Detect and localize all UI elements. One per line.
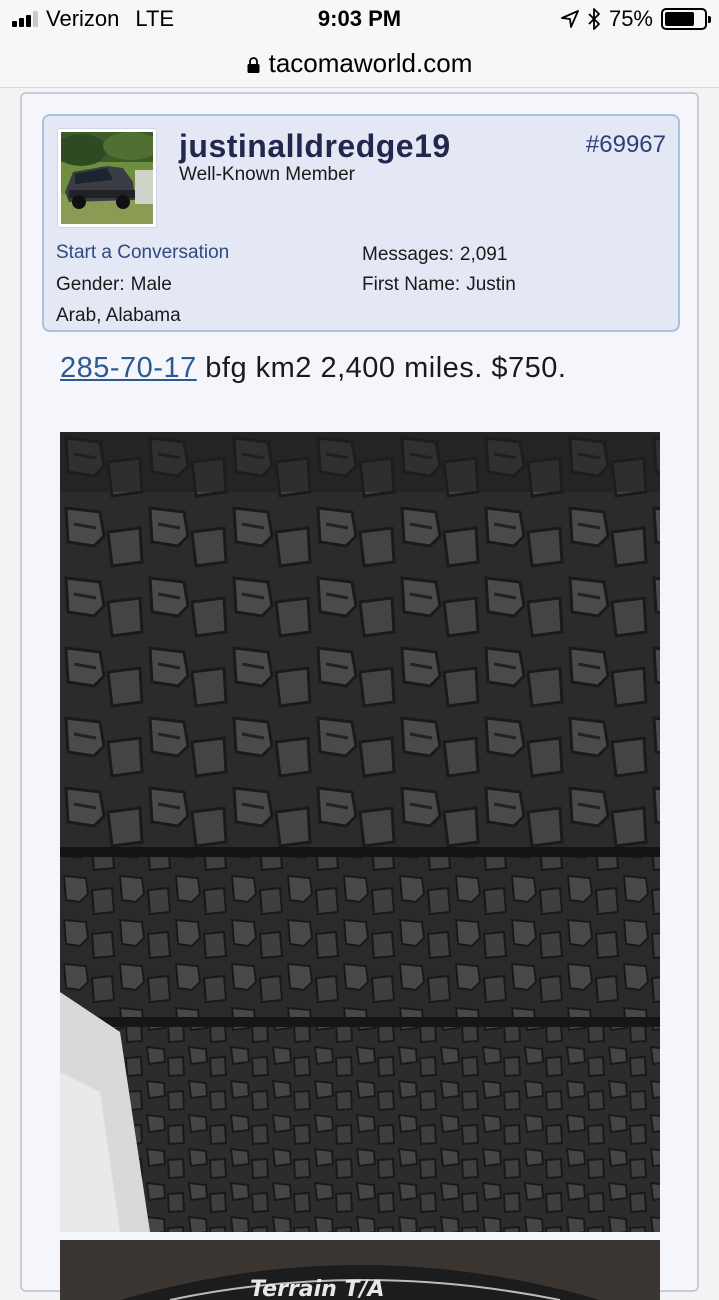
messages-label: Messages: xyxy=(362,244,454,265)
first-name-label: First Name: xyxy=(362,274,461,295)
user-title: Well-Known Member xyxy=(179,164,355,185)
post-message-text: bfg km2 2,400 miles. $750. xyxy=(196,352,567,384)
tire-photo-2[interactable]: Terrain T/A xyxy=(60,1240,660,1300)
tire-photo[interactable] xyxy=(60,432,660,1232)
location-arrow-icon xyxy=(561,10,579,28)
username-link[interactable]: justinalldredge19 xyxy=(179,128,451,165)
battery-icon xyxy=(661,8,711,30)
tire-size-link[interactable]: 285-70-17 xyxy=(60,352,197,384)
start-conversation-row: Start a Conversation xyxy=(56,242,229,264)
location-value: Arab, Alabama xyxy=(56,305,181,326)
sidewall-text: Terrain T/A xyxy=(250,1277,385,1300)
first-name-value: Justin xyxy=(466,274,516,295)
status-bar: Verizon LTE 9:03 PM 75% xyxy=(0,0,719,40)
gender-label: Gender: xyxy=(56,274,125,295)
url-text: tacomaworld.com xyxy=(268,48,473,78)
tire-photo-2-image: Terrain T/A xyxy=(60,1240,660,1300)
gender-value: Male xyxy=(130,274,172,295)
first-name-row: First Name: Justin xyxy=(362,274,516,296)
avatar-image xyxy=(61,132,153,224)
post-container: justinalldredge19 Well-Known Member #699… xyxy=(20,92,699,1300)
avatar[interactable] xyxy=(57,128,157,228)
messages-row: Messages: 2,091 xyxy=(362,244,507,266)
bluetooth-icon xyxy=(588,8,600,30)
post-number-link[interactable]: #69967 xyxy=(586,131,666,159)
messages-value: 2,091 xyxy=(459,244,508,265)
battery-percent: 75% xyxy=(608,6,653,31)
user-info-panel: justinalldredge19 Well-Known Member #699… xyxy=(42,114,680,332)
tire-photo-image xyxy=(60,432,660,1232)
address-bar[interactable]: tacomaworld.com xyxy=(0,40,719,88)
start-conversation-link[interactable]: Start a Conversation xyxy=(56,242,229,263)
lock-icon xyxy=(247,56,260,73)
post-message: 285-70-17 bfg km2 2,400 miles. $750. xyxy=(60,352,566,385)
gender-row: Gender: Male xyxy=(56,274,172,296)
